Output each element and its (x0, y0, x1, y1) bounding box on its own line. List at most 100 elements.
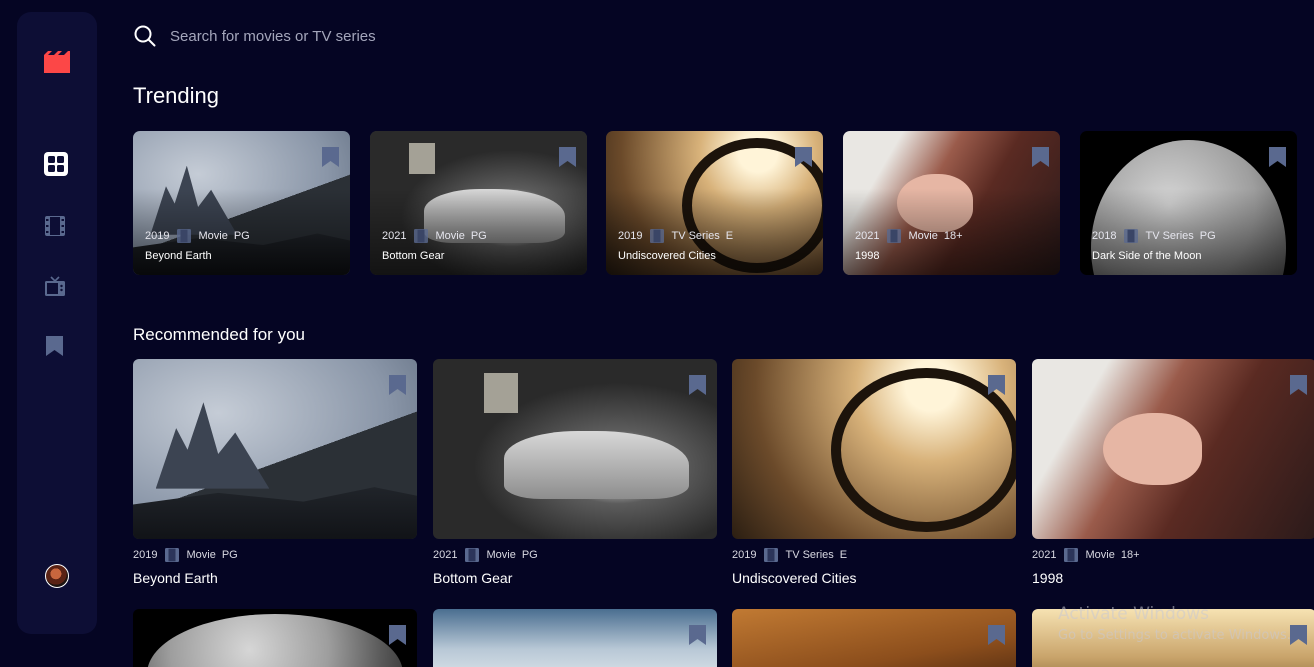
trending-card[interactable]: 2021 Movie 18+ 1998 (843, 131, 1060, 275)
card-meta: 2019 TV Series E (618, 229, 739, 243)
card-title: Undiscovered Cities (618, 250, 716, 262)
card-meta: 2018 TV Series PG (1092, 229, 1222, 243)
recommended-card[interactable]: 2019 TV Series E Undiscovered Cities (732, 359, 1016, 586)
rating: PG (221, 549, 238, 561)
year: 2019 (618, 230, 643, 242)
trending-card[interactable]: 2019 Movie PG Beyond Earth (133, 131, 350, 275)
film-icon (764, 548, 779, 562)
bookmark-icon[interactable] (987, 374, 1005, 396)
film-icon (465, 548, 480, 562)
bookmark-icon[interactable] (1268, 146, 1286, 168)
sidebar (17, 12, 97, 634)
thumbnail (133, 359, 417, 539)
category: TV Series (671, 230, 720, 242)
bookmark-icon[interactable] (321, 146, 339, 168)
recommended-card[interactable] (433, 609, 717, 667)
category: TV Series (785, 549, 834, 561)
bookmark-icon[interactable] (688, 624, 706, 646)
bookmark-icon[interactable] (987, 624, 1005, 646)
card-title: Bottom Gear (433, 570, 513, 586)
thumbnail (732, 359, 1016, 539)
grid-icon[interactable] (44, 152, 68, 176)
card-title: 1998 (855, 250, 880, 262)
trending-card[interactable]: 2021 Movie PG Bottom Gear (370, 131, 587, 275)
year: 2021 (1032, 549, 1057, 561)
bookmark-icon[interactable] (794, 146, 812, 168)
bookmark-icon[interactable] (388, 374, 406, 396)
watermark-title: Activate Windows (1058, 604, 1209, 624)
card-meta: 2021 Movie PG (433, 548, 717, 562)
film-icon (414, 229, 429, 243)
bookmark-icon[interactable] (1289, 374, 1307, 396)
rating: PG (470, 230, 487, 242)
search-input[interactable] (170, 27, 590, 45)
bookmark-icon[interactable] (1031, 146, 1049, 168)
card-title: Beyond Earth (133, 570, 218, 586)
card-title: 1998 (1032, 570, 1064, 586)
card-title: Dark Side of the Moon (1092, 250, 1202, 262)
category: TV Series (1145, 230, 1194, 242)
card-meta: 2019 Movie PG (145, 229, 256, 243)
bookmark-icon[interactable] (388, 624, 406, 646)
avatar[interactable] (45, 564, 69, 588)
recommended-card[interactable]: 2021 Movie 18+ 1998 (1032, 359, 1314, 586)
recommended-card[interactable] (133, 609, 417, 667)
recommended-card[interactable]: 2019 Movie PG Beyond Earth (133, 359, 417, 586)
year: 2021 (855, 230, 880, 242)
rating: E (839, 549, 848, 561)
rating: E (725, 230, 734, 242)
card-title: Undiscovered Cities (732, 570, 857, 586)
category: Movie (435, 230, 465, 242)
rating: PG (521, 549, 538, 561)
rating: 18+ (1120, 549, 1140, 561)
activate-windows-watermark: Activate Windows Go to Settings to activ… (1058, 604, 1291, 643)
thumbnail (433, 359, 717, 539)
thumbnail (133, 609, 417, 667)
thumbnail (433, 609, 717, 667)
category: Movie (186, 549, 216, 561)
card-meta: 2021 Movie 18+ (855, 229, 969, 243)
card-title: Beyond Earth (145, 250, 212, 262)
year: 2018 (1092, 230, 1117, 242)
film-icon[interactable] (44, 215, 66, 237)
recommended-card[interactable] (732, 609, 1016, 667)
recommended-heading: Recommended for you (133, 325, 305, 344)
trending-heading: Trending (133, 83, 220, 108)
film-icon (177, 229, 192, 243)
film-icon (887, 229, 902, 243)
year: 2019 (145, 230, 170, 242)
card-meta: 2021 Movie 18+ (1032, 548, 1314, 562)
rating: 18+ (943, 230, 963, 242)
search-bar (134, 25, 590, 47)
bookmark-icon[interactable] (688, 374, 706, 396)
clapperboard-icon[interactable] (44, 50, 70, 74)
trending-card[interactable]: 2019 TV Series E Undiscovered Cities (606, 131, 823, 275)
film-icon (650, 229, 665, 243)
watermark-subtitle: Go to Settings to activate Windows. (1058, 628, 1291, 643)
rating: PG (233, 230, 250, 242)
trending-card[interactable]: 2018 TV Series PG Dark Side of the Moon (1080, 131, 1297, 275)
thumbnail (732, 609, 1016, 667)
rating: PG (1199, 230, 1216, 242)
category: Movie (1085, 549, 1115, 561)
year: 2019 (732, 549, 757, 561)
tv-icon[interactable] (44, 275, 66, 297)
film-icon (1124, 229, 1139, 243)
recommended-card[interactable]: 2021 Movie PG Bottom Gear (433, 359, 717, 586)
film-icon (1064, 548, 1079, 562)
search-icon[interactable] (134, 25, 156, 47)
card-meta: 2021 Movie PG (382, 229, 493, 243)
film-icon (165, 548, 180, 562)
thumbnail (1032, 359, 1314, 539)
bookmark-icon[interactable] (558, 146, 576, 168)
bookmark-icon[interactable] (1289, 624, 1307, 646)
card-meta: 2019 Movie PG (133, 548, 417, 562)
bookmark-icon[interactable] (44, 335, 64, 357)
card-meta: 2019 TV Series E (732, 548, 1016, 562)
category: Movie (486, 549, 516, 561)
card-title: Bottom Gear (382, 250, 445, 262)
year: 2021 (433, 549, 458, 561)
category: Movie (198, 230, 228, 242)
year: 2019 (133, 549, 158, 561)
year: 2021 (382, 230, 407, 242)
